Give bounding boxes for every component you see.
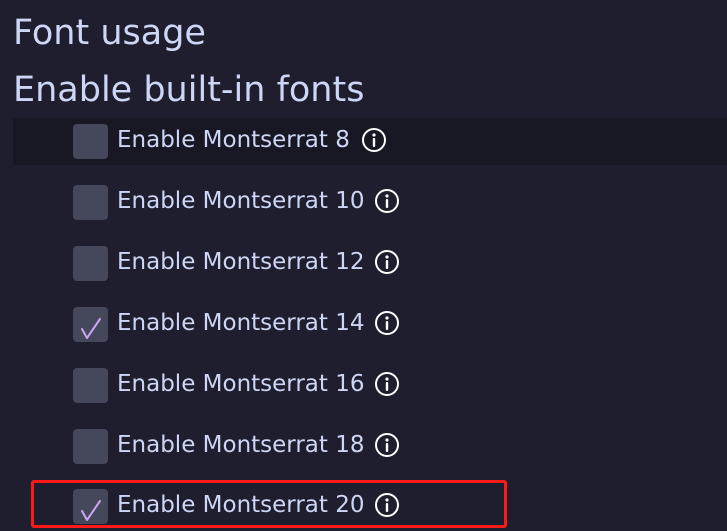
check-icon xyxy=(81,318,101,339)
info-icon[interactable] xyxy=(374,432,400,458)
info-icon[interactable] xyxy=(374,371,400,397)
checkbox-montserrat-12[interactable] xyxy=(73,246,108,281)
info-icon[interactable] xyxy=(374,188,400,214)
info-icon[interactable] xyxy=(374,249,400,275)
option-label-montserrat-14: Enable Montserrat 14 xyxy=(117,310,365,336)
option-label-montserrat-10: Enable Montserrat 10 xyxy=(117,188,365,214)
checkbox-montserrat-10[interactable] xyxy=(73,185,108,220)
checkbox-montserrat-8[interactable] xyxy=(73,124,108,159)
info-icon[interactable] xyxy=(361,127,387,153)
checkbox-montserrat-18[interactable] xyxy=(73,429,108,464)
option-label-montserrat-16: Enable Montserrat 16 xyxy=(117,371,365,397)
option-label-montserrat-8: Enable Montserrat 8 xyxy=(117,127,350,153)
settings-page: Font usage Enable built-in fonts Enable … xyxy=(0,0,727,531)
checkbox-montserrat-14[interactable] xyxy=(73,307,108,342)
option-row-montserrat-18[interactable]: Enable Montserrat 18 xyxy=(13,423,727,470)
annotation-highlight-box xyxy=(31,480,507,528)
option-row-montserrat-8[interactable]: Enable Montserrat 8 xyxy=(13,118,727,165)
option-row-montserrat-12[interactable]: Enable Montserrat 12 xyxy=(13,240,727,287)
option-row-montserrat-14[interactable]: Enable Montserrat 14 xyxy=(13,301,727,348)
option-row-montserrat-10[interactable]: Enable Montserrat 10 xyxy=(13,179,727,226)
option-row-montserrat-16[interactable]: Enable Montserrat 16 xyxy=(13,362,727,409)
option-label-montserrat-12: Enable Montserrat 12 xyxy=(117,249,365,275)
checkbox-montserrat-16[interactable] xyxy=(73,368,108,403)
option-label-montserrat-18: Enable Montserrat 18 xyxy=(117,432,365,458)
info-icon[interactable] xyxy=(374,310,400,336)
font-option-list: Enable Montserrat 8 Enable Montserrat 10… xyxy=(0,0,727,531)
